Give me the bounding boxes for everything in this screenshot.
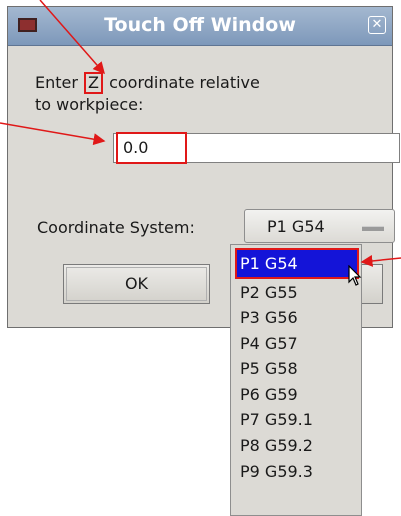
annotation-arrow-value: [0, 122, 106, 146]
annotation-arrow-axis: [39, 0, 105, 75]
annotation-arrows: [0, 0, 401, 267]
annotation-arrow-option: [360, 254, 401, 267]
